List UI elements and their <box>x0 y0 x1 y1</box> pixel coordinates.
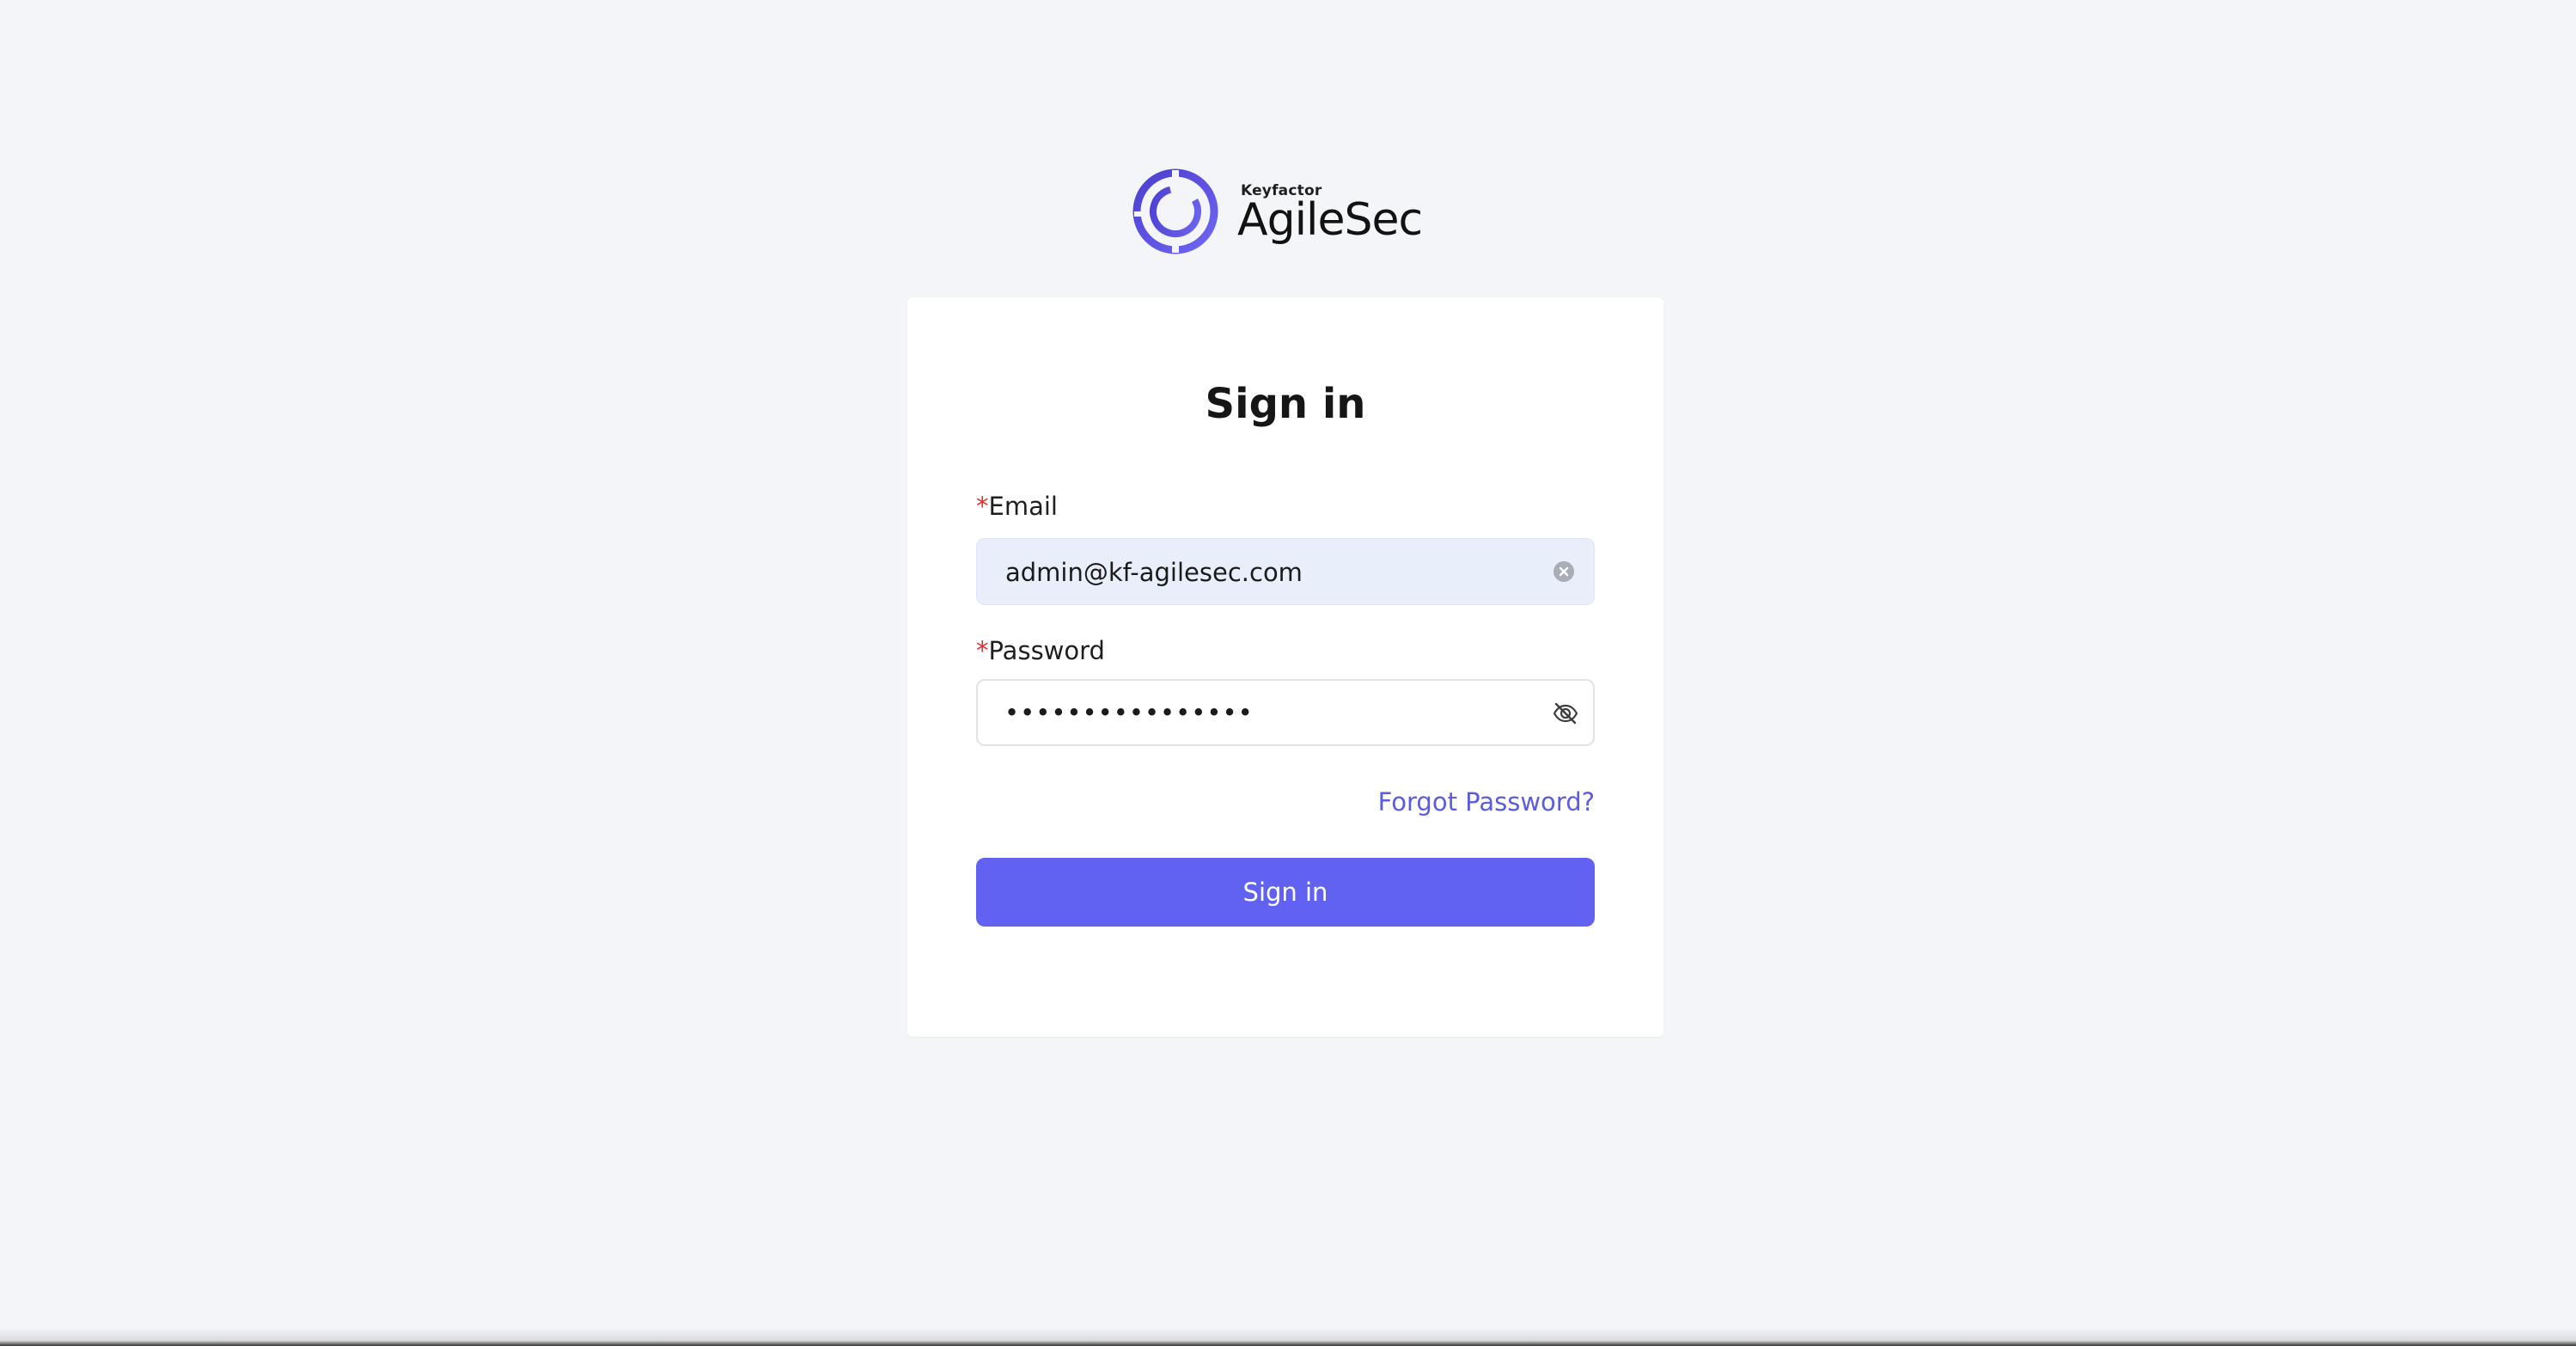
password-label-text: Password <box>988 636 1105 665</box>
clear-circle-icon[interactable] <box>1553 560 1575 583</box>
email-input[interactable] <box>1005 558 1521 587</box>
email-label-text: Email <box>988 492 1058 521</box>
password-input[interactable]: •••••••••••••••• <box>1004 698 1520 727</box>
ring-logo-icon <box>1132 168 1218 254</box>
required-marker: * <box>976 636 989 665</box>
password-label: *Password <box>976 636 1105 665</box>
signin-card: Sign in *Email *Password •••••••••••••••… <box>907 297 1663 1037</box>
password-field[interactable]: •••••••••••••••• <box>976 679 1595 746</box>
login-page: Keyfactor AgileSec Sign in *Email *Passw… <box>0 0 2576 1346</box>
window-bottom-edge <box>0 1327 2576 1346</box>
email-field[interactable] <box>976 538 1595 605</box>
page-title: Sign in <box>1205 380 1366 428</box>
forgot-password-link[interactable]: Forgot Password? <box>1378 787 1595 817</box>
brand-name: AgileSec <box>1237 194 1423 246</box>
brand-logo: Keyfactor AgileSec <box>1132 168 1423 256</box>
email-label: *Email <box>976 492 1058 521</box>
sign-in-button[interactable]: Sign in <box>976 858 1595 927</box>
eye-off-icon[interactable] <box>1552 700 1579 727</box>
required-marker: * <box>976 492 989 521</box>
